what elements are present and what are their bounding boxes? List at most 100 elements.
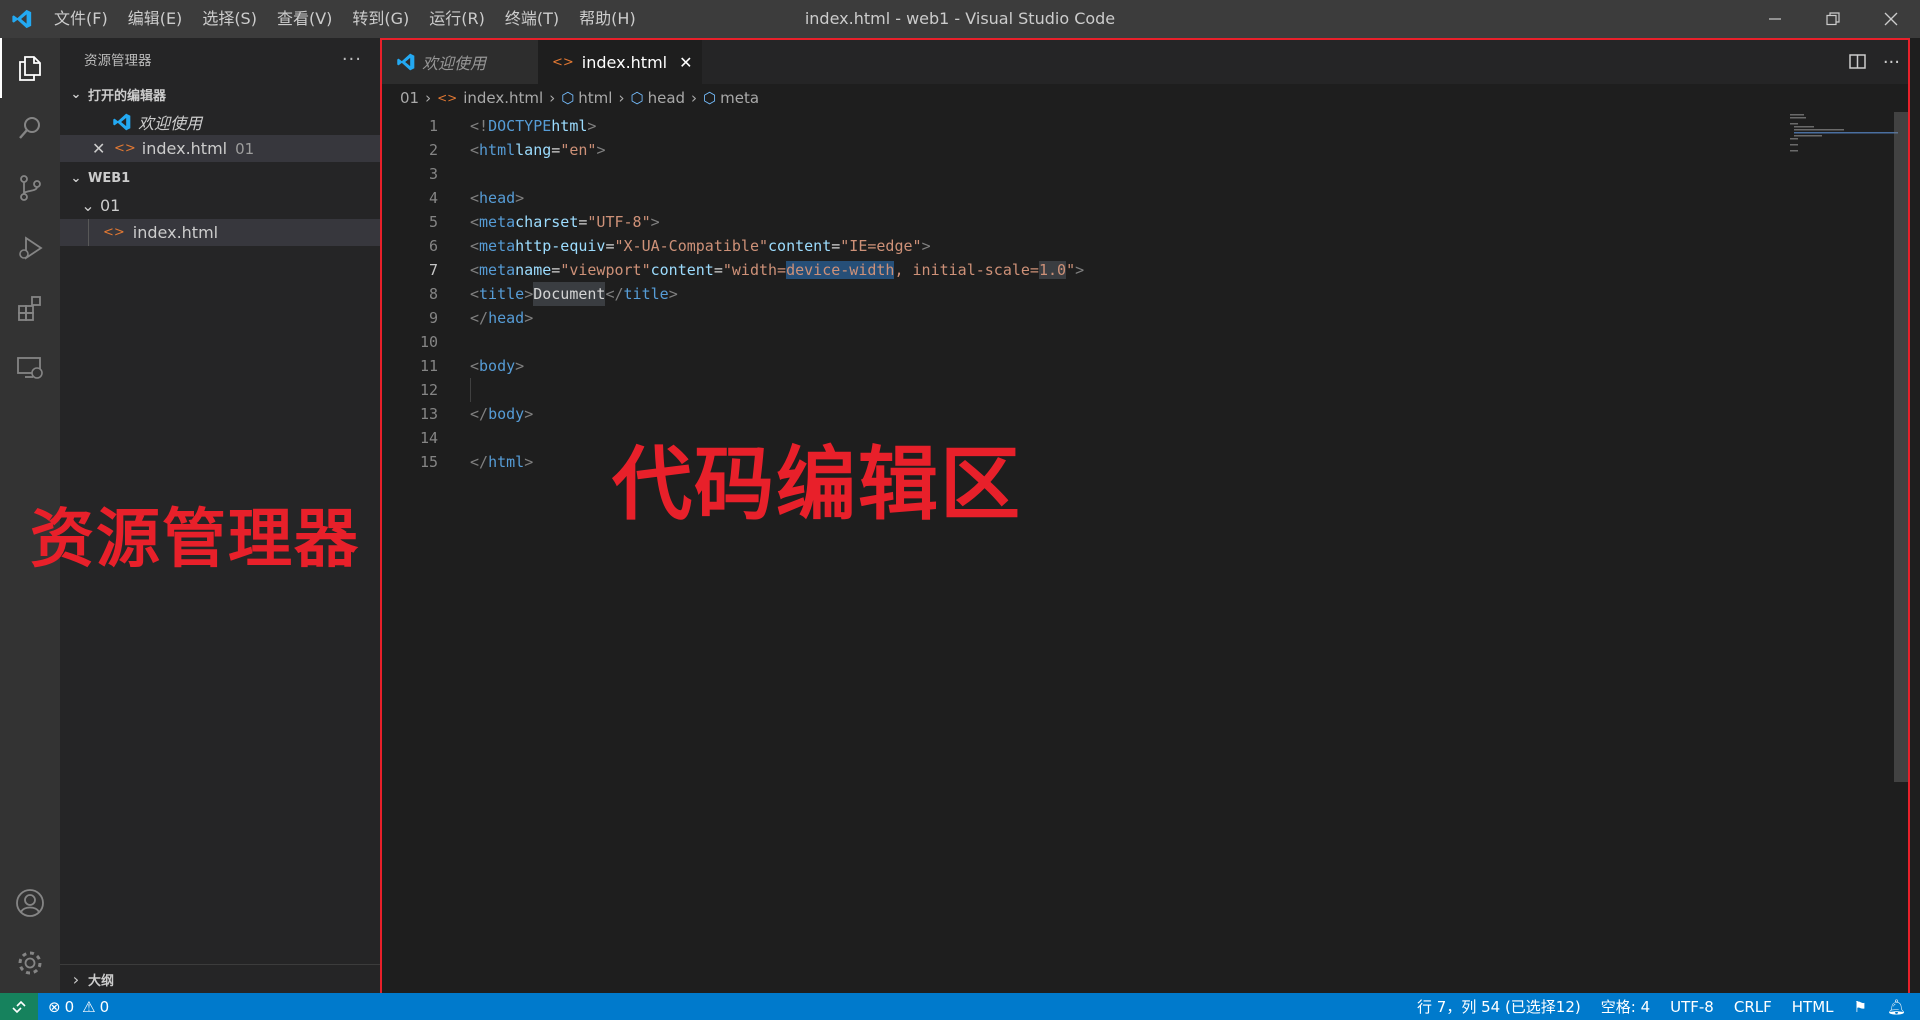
cursor-position[interactable]: 行 7，列 54 (已选择12) <box>1407 996 1591 1017</box>
restore-button[interactable] <box>1804 0 1862 38</box>
extensions-icon[interactable] <box>0 278 60 338</box>
outline-section[interactable]: › 大纲 <box>60 964 380 993</box>
tab-index-html[interactable]: <> index.html ✕ <box>538 40 702 84</box>
source-control-icon[interactable] <box>0 158 60 218</box>
code-line: 15 </html > <box>419 453 534 471</box>
html-file-icon: <> <box>103 225 125 240</box>
status-bar: ⊗ 0 ⚠ 0 行 7，列 54 (已选择12) 空格: 4 UTF-8 CRL… <box>0 993 1920 1020</box>
menu-help[interactable]: 帮助(H) <box>569 0 646 38</box>
sidebar-annotation: 资源管理器 <box>30 503 360 577</box>
folder-item-01[interactable]: ⌄ 01 <box>60 192 380 219</box>
tab-welcome[interactable]: 欢迎使用 <box>382 40 538 84</box>
menu-edit[interactable]: 编辑(E) <box>118 0 193 38</box>
menu-run[interactable]: 运行(R) <box>419 0 495 38</box>
open-editors-header[interactable]: ⌄ 打开的编辑器 <box>60 80 380 108</box>
settings-gear-icon[interactable] <box>0 933 60 993</box>
menu-go[interactable]: 转到(G) <box>342 0 419 38</box>
notifications-bell-icon[interactable]: 🔔︎ <box>1877 998 1916 1016</box>
chevron-down-icon: ⌄ <box>81 196 95 215</box>
language-mode[interactable]: HTML <box>1782 998 1844 1016</box>
files-icon[interactable] <box>0 38 60 98</box>
minimize-icon <box>1769 18 1781 20</box>
code-editor[interactable]: 1 <! DOCTYPE html > 2 < html lang = "en" > 3 4 < h… <box>382 114 1908 474</box>
chevron-right-icon: › <box>691 89 698 107</box>
tab-label: 欢迎使用 <box>422 54 487 73</box>
breadcrumb: 01 › <> index.html › ⬡ html › ⬡ head › ⬡… <box>382 84 1908 112</box>
breadcrumb-item-head[interactable]: head <box>648 89 685 107</box>
code-line: 6 < meta http-equiv = "X-UA-Compatible" con… <box>428 237 931 255</box>
account-icon[interactable] <box>0 873 60 933</box>
code-line: 13 </body > <box>419 405 534 423</box>
remote-indicator[interactable] <box>0 993 38 1020</box>
close-icon[interactable]: ✕ <box>92 139 110 158</box>
restore-icon <box>1826 12 1840 26</box>
end-of-line[interactable]: CRLF <box>1724 998 1782 1016</box>
menu-terminal[interactable]: 终端(T) <box>495 0 569 38</box>
tab-bar: 欢迎使用 <> index.html ✕ ··· <box>382 40 1908 84</box>
menu-view[interactable]: 查看(V) <box>267 0 342 38</box>
code-line: 9 </head > <box>428 309 534 327</box>
breadcrumb-item-folder[interactable]: 01 <box>400 89 419 107</box>
close-tab-icon[interactable]: ✕ <box>679 53 692 72</box>
code-line: 10 <box>419 333 438 351</box>
problems-indicator[interactable]: ⊗ 0 ⚠ 0 <box>38 998 119 1016</box>
vscode-logo-icon <box>397 53 415 71</box>
feedback-icon[interactable]: ⚑ <box>1844 998 1877 1016</box>
html-file-icon: <> <box>437 91 458 105</box>
sidebar-title: 资源管理器 <box>84 53 152 69</box>
code-line: 5 < meta charset = "UTF-8" > <box>428 213 660 231</box>
breadcrumb-item-file[interactable]: index.html <box>463 89 543 107</box>
minimap[interactable] <box>1778 112 1898 152</box>
menu-file[interactable]: 文件(F) <box>44 0 118 38</box>
code-line-current: 7 < meta name = "viewport" content = "width=d… <box>428 261 1085 279</box>
error-icon: ⊗ <box>48 997 61 1016</box>
symbol-cube-icon: ⬡ <box>703 89 717 107</box>
chevron-right-icon: › <box>618 89 625 107</box>
file-item-index[interactable]: <> index.html <box>60 219 380 246</box>
menu-selection[interactable]: 选择(S) <box>192 0 267 38</box>
run-debug-icon[interactable] <box>0 218 60 278</box>
open-editor-folder: 01 <box>235 139 255 158</box>
breadcrumb-item-html[interactable]: html <box>578 89 612 107</box>
vscode-logo-icon <box>0 0 44 38</box>
more-actions-icon[interactable]: ··· <box>342 49 362 70</box>
html-file-icon: <> <box>114 141 136 156</box>
close-window-button[interactable] <box>1862 0 1920 38</box>
chevron-down-icon: ⌄ <box>70 170 82 186</box>
remote-explorer-icon[interactable] <box>0 338 60 398</box>
minimize-button[interactable] <box>1746 0 1804 38</box>
split-editor-icon[interactable] <box>1849 53 1867 71</box>
open-editor-item-index[interactable]: ✕ <> index.html 01 <box>60 135 380 162</box>
symbol-cube-icon: ⬡ <box>630 89 644 107</box>
editor-area: 欢迎使用 <> index.html ✕ ··· 01 › <> index.h… <box>380 38 1910 995</box>
folder-label: 01 <box>100 196 121 215</box>
code-line: 2 < html lang = "en" > <box>428 141 606 159</box>
error-count: 0 <box>64 997 75 1016</box>
warning-count: 0 <box>99 997 110 1016</box>
code-line: 4 < head > <box>428 189 525 207</box>
code-line: 1 <! DOCTYPE html > <box>428 117 597 135</box>
breadcrumb-item-meta[interactable]: meta <box>720 89 759 107</box>
editor-annotation: 代码编辑区 <box>612 438 1022 531</box>
editor-scrollbar[interactable] <box>1894 112 1908 782</box>
indent-guide <box>88 219 89 246</box>
vscode-logo-icon <box>113 113 131 130</box>
chevron-right-icon: › <box>425 89 432 107</box>
search-icon[interactable] <box>0 98 60 158</box>
html-file-icon: <> <box>552 54 574 70</box>
code-line: 8 < title > Document </title > <box>382 282 1908 306</box>
encoding[interactable]: UTF-8 <box>1660 998 1724 1016</box>
menu-bar: 文件(F) 编辑(E) 选择(S) 查看(V) 转到(G) 运行(R) 终端(T… <box>44 0 646 38</box>
open-editor-item-welcome[interactable]: 欢迎使用 <box>60 108 380 135</box>
title-bar: 文件(F) 编辑(E) 选择(S) 查看(V) 转到(G) 运行(R) 终端(T… <box>0 0 1920 38</box>
workspace-header[interactable]: ⌄ WEB1 <box>60 164 380 192</box>
file-label: index.html <box>132 223 219 242</box>
more-actions-icon[interactable]: ··· <box>1883 52 1900 73</box>
code-line: 11 < body > <box>419 357 525 375</box>
indentation[interactable]: 空格: 4 <box>1591 996 1660 1017</box>
open-editor-label: index.html <box>141 139 228 158</box>
outline-header: 大纲 <box>88 973 115 989</box>
code-line: 14 <box>419 429 438 447</box>
remote-icon <box>12 1000 26 1013</box>
chevron-right-icon: › <box>549 89 556 107</box>
